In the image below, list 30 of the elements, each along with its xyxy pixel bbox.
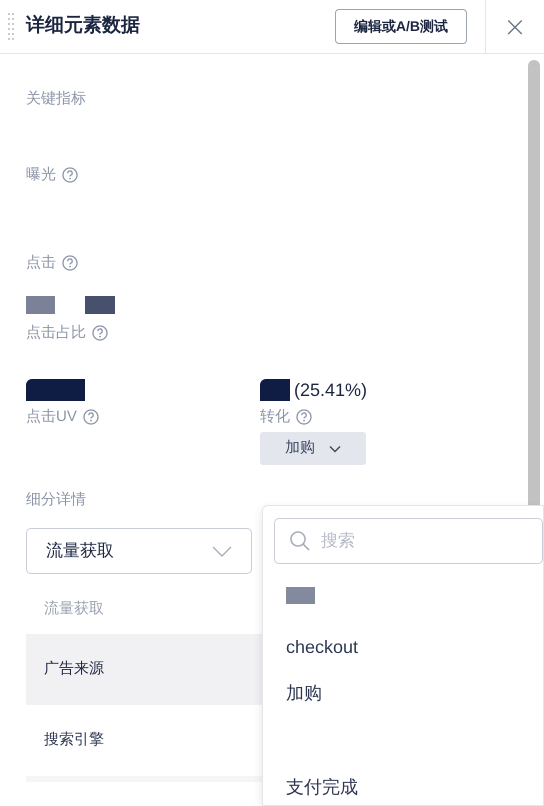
help-icon xyxy=(62,255,78,271)
edit-ab-test-button[interactable]: 编辑或A/B测试 xyxy=(334,9,467,44)
metric-label: 转化 xyxy=(260,406,290,427)
help-icon xyxy=(62,167,78,183)
metric-label: 点击UV xyxy=(26,406,77,427)
menu-item[interactable]: 加购 xyxy=(286,680,322,706)
chevron-down-icon xyxy=(212,546,232,556)
section-title: 关键指标 xyxy=(26,89,87,109)
metric-label: 点击占比 xyxy=(26,322,86,343)
search-icon xyxy=(289,530,311,552)
list-item[interactable]: 广告来源 xyxy=(26,634,262,705)
chevron-down-icon xyxy=(329,444,341,452)
metric-label: 点击 xyxy=(26,252,56,273)
panel-title: 详细元素数据 xyxy=(26,14,140,38)
metric-value: (25.41%) xyxy=(294,378,368,402)
metric-label: 曝光 xyxy=(26,164,56,185)
close-button[interactable]: × xyxy=(503,12,527,40)
menu-item[interactable]: checkout xyxy=(286,634,358,660)
help-icon xyxy=(296,409,312,425)
section-title: 细分详情 xyxy=(26,490,87,510)
redaction-block xyxy=(286,587,315,604)
search-field[interactable]: 搜索 xyxy=(274,518,543,564)
group-label: 流量获取 xyxy=(43,598,105,619)
drag-handle-icon[interactable] xyxy=(7,12,15,42)
menu-item[interactable]: 支付完成 xyxy=(286,774,358,800)
category-select[interactable]: 流量获取 xyxy=(26,528,252,574)
help-icon xyxy=(92,325,108,341)
search-input[interactable]: 搜索 xyxy=(321,528,521,554)
event-select-button[interactable]: 加购 xyxy=(260,432,366,465)
help-icon xyxy=(82,409,99,425)
